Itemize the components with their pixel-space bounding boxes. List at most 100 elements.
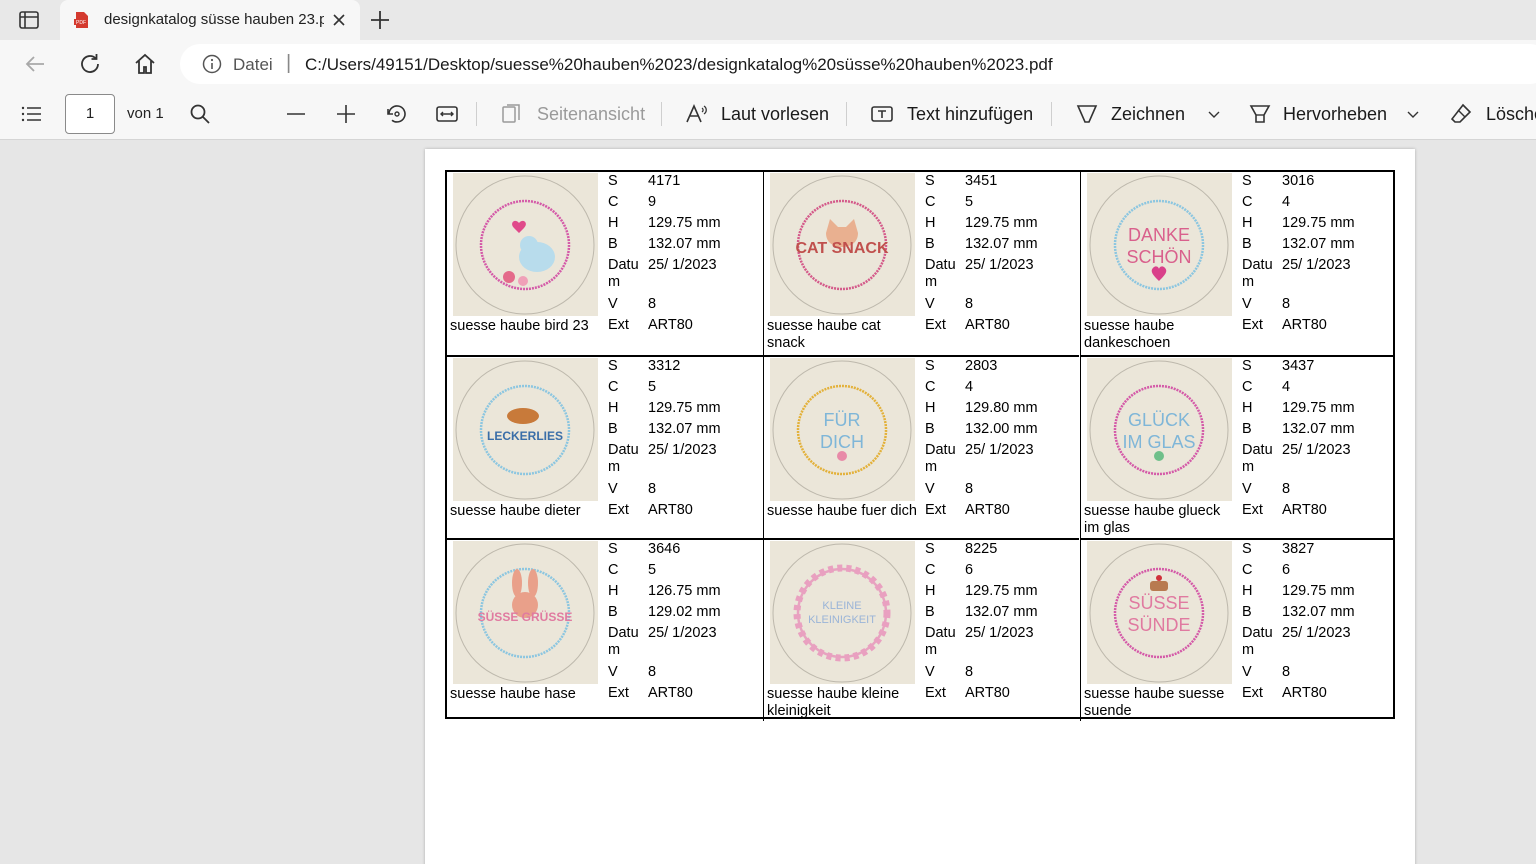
- field-value: 129.75 mm: [648, 215, 721, 231]
- field-value: 25/ 1/2023: [648, 442, 717, 458]
- design-name: suesse haube bird 23: [450, 318, 589, 334]
- page-view-button[interactable]: Seitenansicht: [500, 102, 650, 128]
- embroidery-text: SÜSSE GRÜSSE: [478, 609, 573, 624]
- embroidery-text: SÜSSE: [1128, 593, 1189, 613]
- field-label: V: [1242, 296, 1252, 312]
- close-tab-icon[interactable]: [330, 11, 348, 29]
- cake-shape: [1150, 581, 1168, 591]
- chevron-down-icon[interactable]: [1202, 102, 1226, 126]
- zoom-out-icon[interactable]: [284, 102, 308, 126]
- field-value: 132.07 mm: [648, 236, 721, 252]
- field-label: H: [1242, 400, 1253, 416]
- field-value: 8: [648, 481, 657, 497]
- field-label: m: [608, 459, 621, 475]
- field-value: 25/ 1/2023: [1282, 625, 1351, 641]
- embroidery-text: DICH: [820, 432, 864, 452]
- field-value: 5: [648, 562, 657, 578]
- reload-icon[interactable]: [78, 52, 102, 76]
- field-label: B: [925, 236, 935, 252]
- field-value: 129.75 mm: [1282, 400, 1355, 416]
- add-text-button[interactable]: Text hinzufügen: [870, 102, 1040, 128]
- document-viewer[interactable]: suesse haube bird 23 S 4171 C 9 H 129.75…: [0, 140, 1536, 864]
- field-value: 132.07 mm: [1282, 236, 1355, 252]
- field-value: 132.07 mm: [648, 421, 721, 437]
- back-icon[interactable]: [23, 52, 47, 76]
- page-count: von 1: [127, 105, 164, 122]
- field-value: 25/ 1/2023: [965, 257, 1034, 273]
- design-thumbnail: GLÜCK IM GLAS: [1087, 358, 1232, 501]
- field-value: 8: [965, 664, 974, 680]
- field-value: 129.75 mm: [965, 215, 1038, 231]
- field-value: 25/ 1/2023: [648, 257, 717, 273]
- bunny-ear: [528, 569, 538, 597]
- bunny-ear: [512, 569, 522, 597]
- field-label: m: [925, 642, 938, 658]
- new-tab-icon[interactable]: [369, 9, 391, 31]
- field-label: B: [1242, 604, 1252, 620]
- field-label: Ext: [608, 502, 629, 518]
- field-label: Ext: [608, 317, 629, 333]
- search-icon[interactable]: [188, 102, 212, 126]
- field-label: S: [1242, 173, 1252, 189]
- field-label: Ext: [925, 685, 946, 701]
- page-number-input[interactable]: 1: [65, 94, 115, 134]
- field-value: 9: [648, 194, 657, 210]
- field-value: ART80: [965, 502, 1010, 518]
- field-label: S: [1242, 358, 1252, 374]
- design-cell: SÜSSE SÜNDE suesse haube suesse suende S …: [1080, 538, 1395, 721]
- field-label: H: [608, 215, 619, 231]
- pdf-file-icon: PDF: [73, 11, 91, 29]
- fit-width-icon[interactable]: [435, 102, 459, 126]
- contents-list-icon[interactable]: [19, 102, 43, 126]
- field-value: 4: [1282, 379, 1291, 395]
- add-text-icon: [870, 102, 894, 126]
- design-name: suesse haube cat snack: [767, 318, 881, 351]
- field-value: 3312: [648, 358, 681, 374]
- erase-label: Lösche: [1486, 104, 1536, 124]
- design-cell: GLÜCK IM GLAS suesse haube glueck im glas…: [1080, 355, 1395, 538]
- zoom-in-icon[interactable]: [334, 102, 358, 126]
- field-label: H: [1242, 215, 1253, 231]
- active-tab[interactable]: PDF designkatalog süsse hauben 23.p: [60, 0, 360, 40]
- design-name: suesse haube dankeschoen: [1084, 318, 1175, 351]
- field-label: m: [1242, 274, 1255, 290]
- field-label: C: [925, 562, 936, 578]
- chevron-down-icon[interactable]: [1401, 102, 1425, 126]
- field-value: 8: [648, 664, 657, 680]
- url-field[interactable]: Datei | C:/Users/49151/Desktop/suesse%20…: [180, 44, 1536, 84]
- page-view-label: Seitenansicht: [537, 104, 646, 124]
- field-value: 132.07 mm: [1282, 604, 1355, 620]
- home-icon[interactable]: [133, 52, 157, 76]
- read-aloud-button[interactable]: Laut vorlesen: [685, 102, 835, 128]
- rotate-icon[interactable]: [385, 102, 409, 126]
- field-label: Datu: [925, 625, 956, 641]
- dog-shape: [507, 408, 539, 424]
- field-value: 5: [965, 194, 974, 210]
- field-value: 25/ 1/2023: [648, 625, 717, 641]
- field-value: 8: [1282, 296, 1291, 312]
- field-value: 3827: [1282, 541, 1315, 557]
- field-label: S: [608, 173, 618, 189]
- highlight-button[interactable]: Hervorheben: [1248, 102, 1428, 128]
- embroidery-text: KLEINIGKEIT: [808, 614, 876, 626]
- toolbar-divider: [846, 102, 847, 126]
- url-text[interactable]: C:/Users/49151/Desktop/suesse%20hauben%2…: [305, 55, 1053, 75]
- field-label: C: [608, 194, 619, 210]
- highlight-label: Hervorheben: [1283, 104, 1388, 124]
- field-label: Datu: [925, 442, 956, 458]
- field-label: V: [608, 296, 618, 312]
- erase-button[interactable]: Lösche: [1449, 102, 1536, 128]
- field-label: Datu: [1242, 625, 1273, 641]
- draw-button[interactable]: Zeichnen: [1075, 102, 1225, 128]
- field-label: m: [925, 274, 938, 290]
- field-value: 129.80 mm: [965, 400, 1038, 416]
- tab-actions-icon[interactable]: [14, 9, 46, 31]
- field-label: C: [1242, 194, 1253, 210]
- field-value: ART80: [648, 685, 693, 701]
- page-view-icon: [500, 102, 524, 126]
- field-value: ART80: [648, 317, 693, 333]
- info-icon[interactable]: [202, 54, 222, 74]
- field-value: 8: [1282, 664, 1291, 680]
- field-label: Datu: [1242, 257, 1273, 273]
- clover-shape: [1154, 451, 1164, 461]
